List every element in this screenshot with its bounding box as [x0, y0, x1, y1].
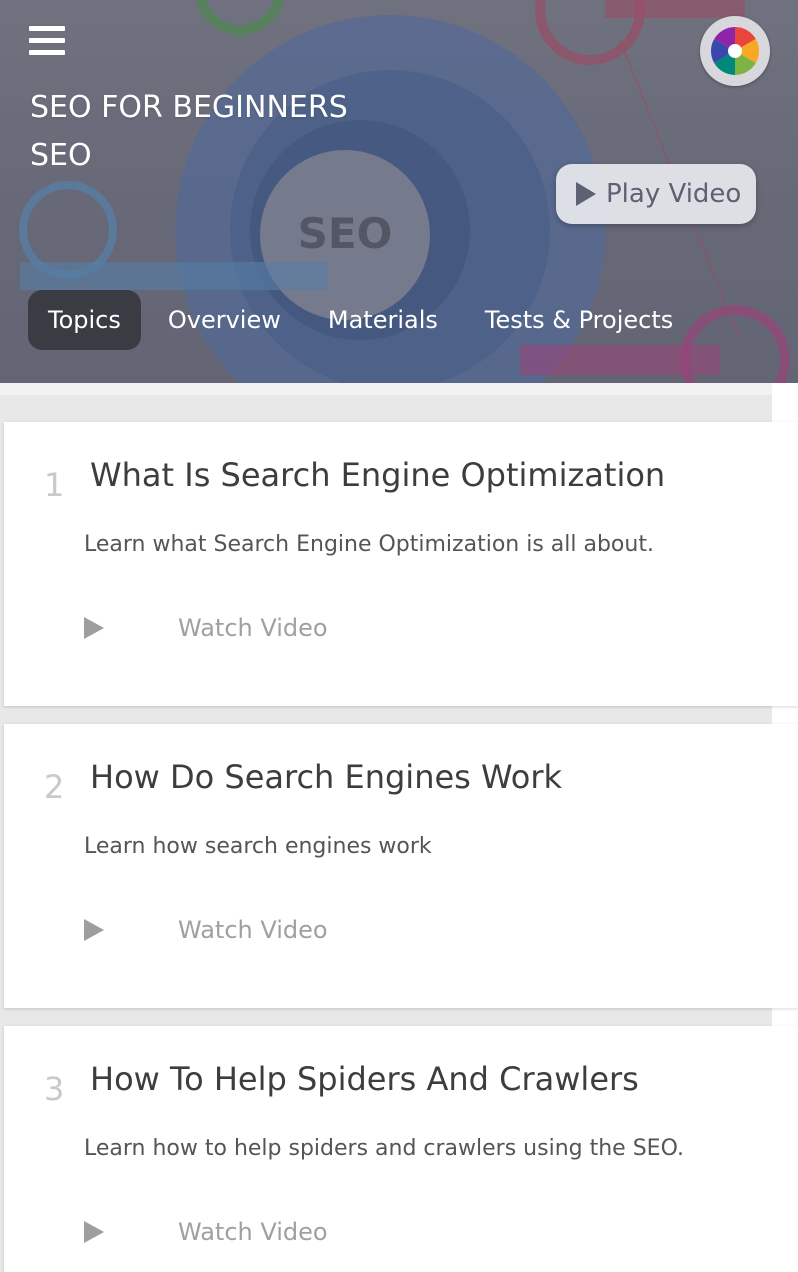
play-icon [84, 617, 104, 639]
topic-card[interactable]: 1 What Is Search Engine Optimization Lea… [4, 422, 798, 706]
watch-video-button[interactable]: Watch Video [84, 1212, 344, 1252]
topic-title[interactable]: How To Help Spiders And Crawlers [90, 1060, 639, 1098]
topic-number: 1 [44, 466, 65, 504]
watch-video-label: Watch Video [178, 916, 328, 944]
topic-title[interactable]: What Is Search Engine Optimization [90, 456, 665, 494]
course-header: SEO SEO FOR BEGINNERS SEO Play Video Top… [0, 0, 798, 383]
hamburger-menu-icon[interactable] [29, 26, 65, 56]
play-video-button[interactable]: Play Video [556, 164, 756, 224]
topic-card[interactable]: 2 How Do Search Engines Work Learn how s… [4, 724, 798, 1008]
topic-title[interactable]: How Do Search Engines Work [90, 758, 562, 796]
topic-number: 3 [44, 1070, 65, 1108]
watch-video-button[interactable]: Watch Video [84, 910, 344, 950]
topic-card[interactable]: 3 How To Help Spiders And Crawlers Learn… [4, 1026, 798, 1272]
play-icon [84, 919, 104, 941]
tab-overview[interactable]: Overview [148, 290, 301, 350]
tab-tests-projects[interactable]: Tests & Projects [465, 290, 693, 350]
watch-video-button[interactable]: Watch Video [84, 608, 344, 648]
app-logo-icon[interactable] [700, 16, 770, 86]
app-logo-icon [710, 26, 760, 75]
play-video-label: Play Video [606, 179, 742, 209]
play-icon [84, 1221, 104, 1243]
tab-materials[interactable]: Materials [308, 290, 458, 350]
course-tabs: Topics Overview Materials Tests & Projec… [28, 290, 700, 350]
topic-description: Learn how to help spiders and crawlers u… [84, 1136, 684, 1161]
tab-topics[interactable]: Topics [28, 290, 141, 350]
course-subtitle: SEO [30, 138, 92, 173]
course-title: SEO FOR BEGINNERS [30, 90, 348, 125]
topic-description: Learn what Search Engine Optimization is… [84, 532, 654, 557]
watch-video-label: Watch Video [178, 614, 328, 642]
topic-number: 2 [44, 768, 65, 806]
watch-video-label: Watch Video [178, 1218, 328, 1246]
topic-description: Learn how search engines work [84, 834, 432, 859]
play-icon [576, 182, 596, 206]
